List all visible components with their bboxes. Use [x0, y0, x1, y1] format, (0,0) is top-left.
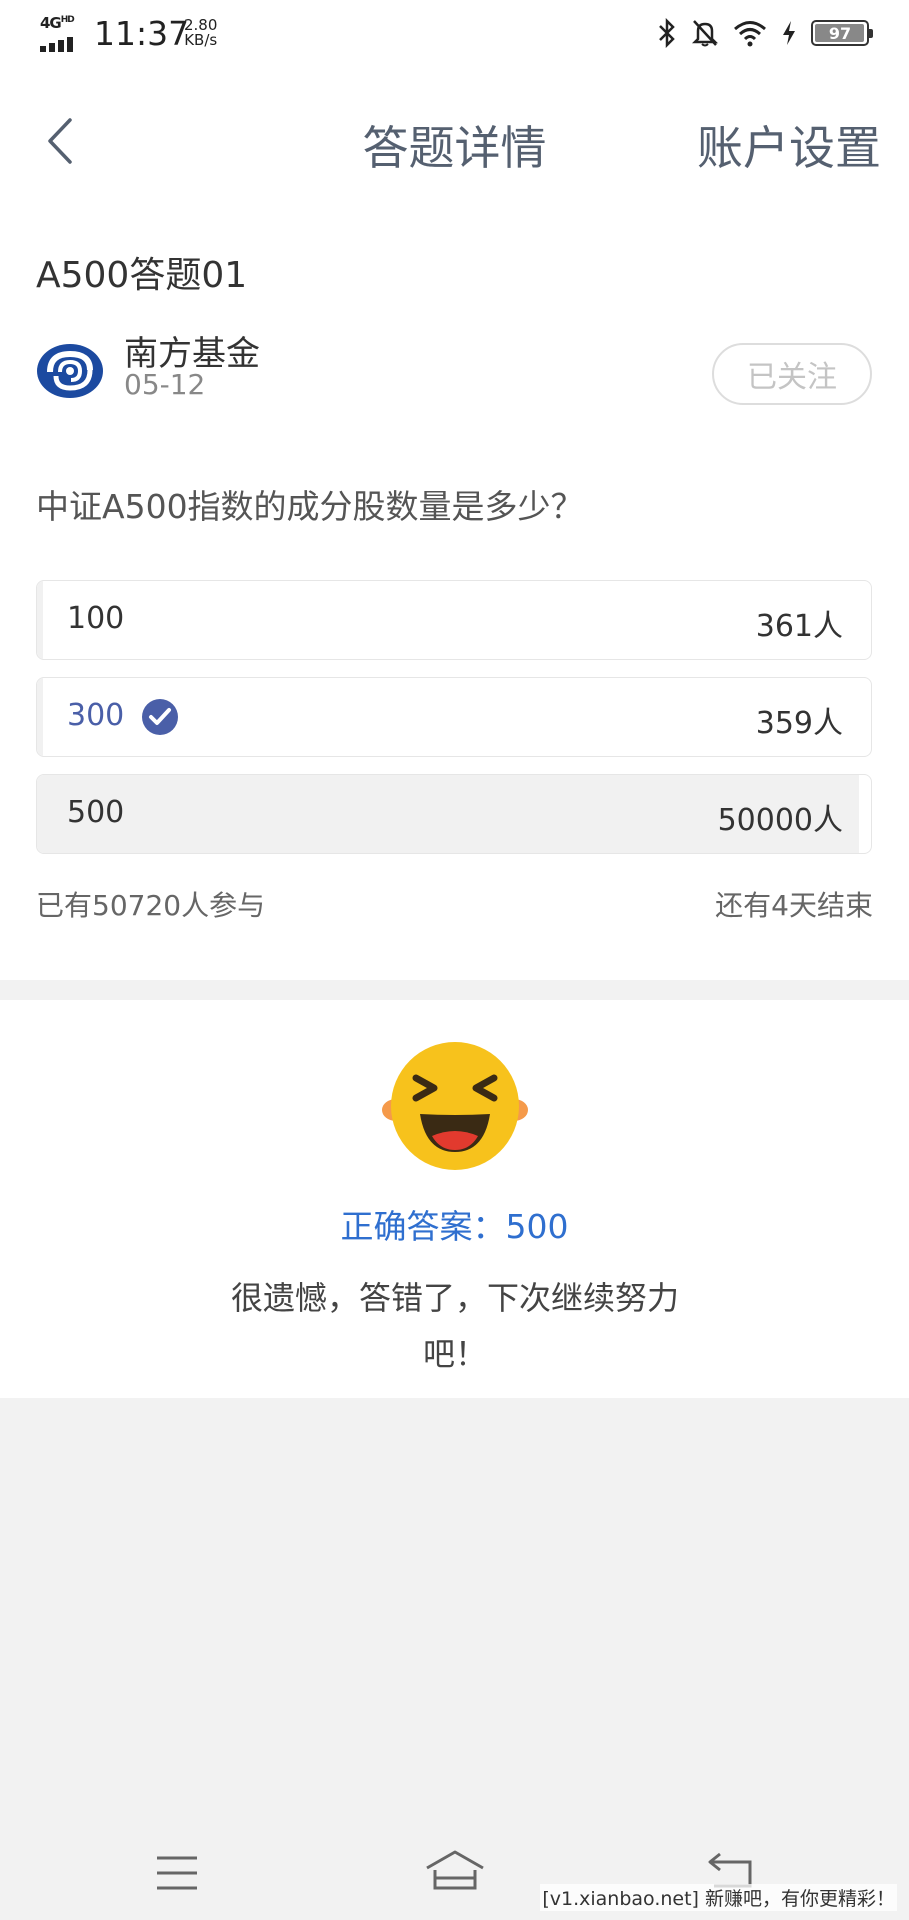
clock: 11:37 [94, 14, 190, 53]
network-sup: HD [60, 15, 75, 25]
battery-level: 97 [828, 23, 852, 43]
result-message: 很遗憾，答错了，下次继续努力吧！ [230, 1279, 679, 1373]
time-remaining: 还有4天结束 [715, 889, 873, 922]
option-label: 300 [67, 698, 125, 733]
bluetooth-icon [659, 18, 675, 48]
fund-logo[interactable] [36, 342, 104, 400]
option-100[interactable]: 100 361人 [36, 580, 872, 660]
signal-bars-icon [40, 37, 73, 52]
correct-answer: 正确答案：500 [340, 1207, 569, 1246]
menu-icon[interactable] [155, 1854, 199, 1892]
mute-bell-icon [691, 20, 719, 47]
answer-options: 100 361人 300 359人 500 50000人 [36, 580, 872, 871]
check-badge-icon [142, 699, 178, 735]
watermark-text: [v1.xianbao.net] 新赚吧，有你更精彩！ [540, 1884, 897, 1911]
status-bar: 4GHD 11:37 2.80 KB/s 97 [0, 0, 909, 70]
publish-date: 05-12 [124, 368, 206, 401]
result-panel: 正确答案：500 很遗憾，答错了，下次继续努力吧！ [0, 1000, 909, 1398]
status-icons: 97 [657, 18, 873, 48]
laughing-emoji [382, 1042, 528, 1170]
home-icon[interactable] [424, 1848, 486, 1892]
quiz-title: A500答题01 [36, 255, 248, 296]
option-result-bar [37, 678, 43, 756]
option-300[interactable]: 300 359人 [36, 677, 872, 757]
participant-count: 已有50720人参与 [36, 889, 266, 922]
option-count: 50000人 [717, 803, 843, 838]
network-speed: 2.80 KB/s [184, 18, 217, 48]
option-500[interactable]: 500 50000人 [36, 774, 872, 854]
signal-indicator: 4GHD [40, 14, 84, 52]
option-count: 359人 [755, 706, 843, 741]
header: 答题详情 账户设置 [0, 96, 909, 186]
option-result-bar [37, 581, 43, 659]
speed-unit: KB/s [184, 31, 218, 49]
wifi-icon [734, 21, 766, 47]
option-label: 500 [67, 795, 125, 830]
charging-icon [783, 21, 795, 45]
option-count: 361人 [755, 609, 843, 644]
account-settings-link[interactable]: 账户设置 [697, 112, 881, 178]
battery-icon: 97 [811, 20, 873, 46]
question-text: 中证A500指数的成分股数量是多少？ [36, 487, 584, 526]
option-label: 100 [67, 601, 125, 636]
network-type: 4G [40, 14, 62, 32]
follow-button[interactable]: 已关注 [712, 343, 872, 405]
